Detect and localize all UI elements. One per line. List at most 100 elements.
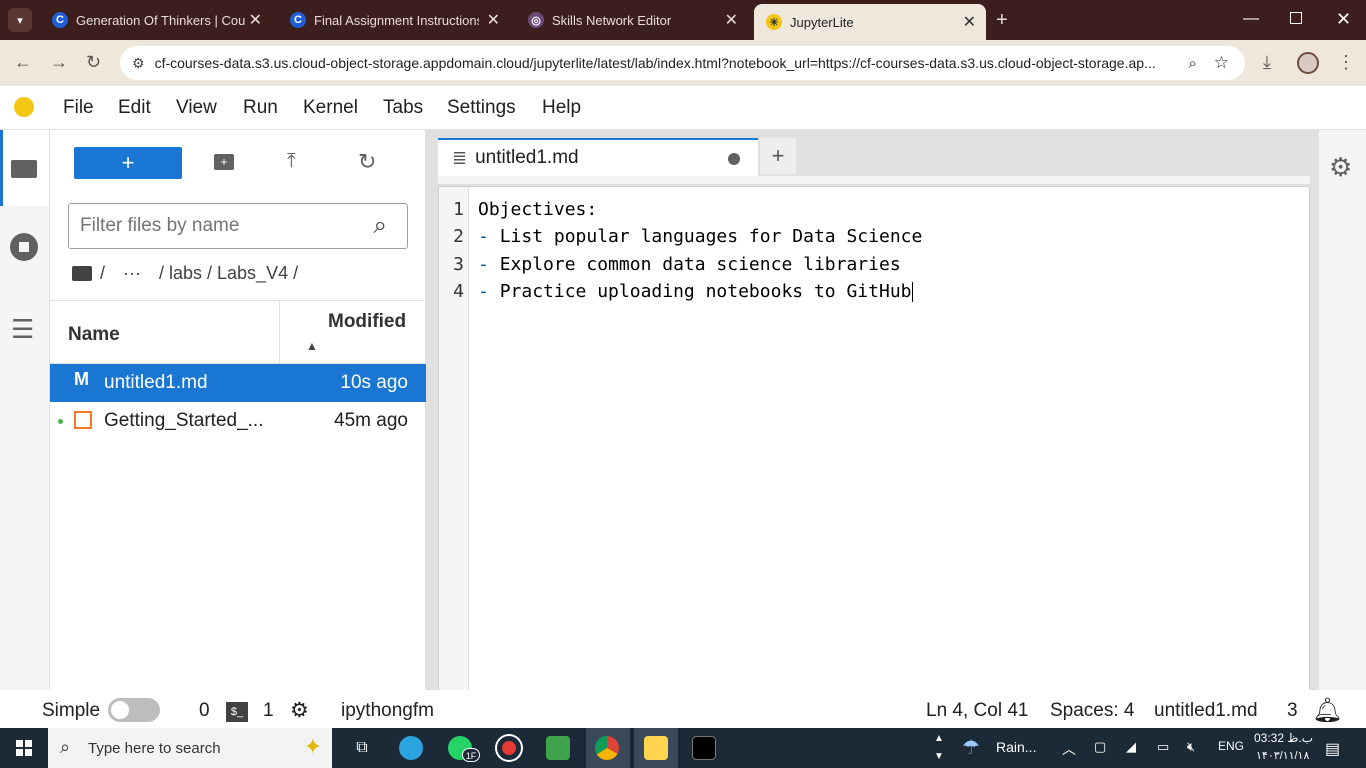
property-inspector-gears-icon[interactable]: ⚙ — [1329, 152, 1352, 183]
start-windows-icon[interactable] — [16, 740, 32, 756]
browser-tab-jupyterlite[interactable]: ☀ JupyterLite ✕ — [754, 4, 986, 40]
mute-icon[interactable]: 🔇︎ — [1187, 739, 1195, 755]
wifi-icon[interactable]: ◢ — [1126, 739, 1136, 755]
site-info-icon[interactable]: ⚙ — [132, 55, 145, 72]
new-tab-button[interactable]: + — [996, 9, 1008, 32]
browser-tab-final-assignment[interactable]: C Final Assignment Instructions: C ✕ — [278, 6, 510, 34]
calendar-app-icon[interactable] — [644, 736, 668, 760]
bookmark-star-icon[interactable]: ☆ — [1214, 53, 1229, 73]
indent-spaces[interactable]: Spaces: 4 — [1050, 700, 1135, 722]
kernel-count[interactable]: 0 — [199, 700, 210, 722]
cpu-chip-icon: ⚙ — [290, 699, 309, 722]
taskbar-search-box[interactable]: ⌕ Type here to search ✦ — [48, 728, 332, 768]
cursor-position[interactable]: Ln 4, Col 41 — [926, 700, 1028, 722]
home-folder-icon[interactable] — [72, 266, 92, 281]
filter-placeholder: Filter files by name — [80, 215, 240, 236]
new-launcher-button[interactable]: + — [74, 147, 182, 179]
telegram-icon[interactable] — [399, 736, 423, 760]
close-tab-icon[interactable]: ✕ — [725, 10, 738, 30]
table-of-contents-icon[interactable]: ☰ — [11, 316, 34, 342]
menu-tabs[interactable]: Tabs — [383, 97, 423, 119]
breadcrumb-root[interactable]: / — [100, 263, 105, 284]
menu-file[interactable]: File — [63, 97, 94, 119]
list-bullet: - — [478, 226, 500, 247]
close-tab-icon[interactable]: ✕ — [487, 10, 500, 30]
coursera-icon: C — [52, 12, 68, 28]
add-tab-button[interactable]: + — [760, 138, 796, 174]
chrome-icon[interactable] — [595, 736, 619, 760]
task-view-icon[interactable]: ⧉ — [350, 736, 374, 760]
close-tab-icon[interactable]: ✕ — [963, 12, 976, 32]
editor-line: - List popular languages for Data Scienc… — [478, 226, 922, 247]
line-number: 3 — [453, 254, 464, 275]
clock-date[interactable]: ۱۴۰۳/۱۱/۱۸ — [1256, 749, 1309, 762]
close-window-icon[interactable]: ✕ — [1336, 9, 1351, 30]
browser-tab-skills-network[interactable]: ◎ Skills Network Editor ✕ — [516, 6, 748, 34]
restore-icon[interactable] — [1290, 12, 1302, 24]
status-filename: untitled1.md — [1154, 700, 1258, 721]
extension-status[interactable]: ipythongfm — [341, 700, 434, 722]
file-browser-panel: + + ⤒ ↻ Filter files by name ⌕ / ··· / l… — [50, 130, 426, 690]
new-folder-icon[interactable]: + — [214, 154, 234, 170]
menu-settings[interactable]: Settings — [447, 97, 516, 119]
back-icon[interactable]: ← — [14, 52, 32, 73]
reload-icon[interactable]: ↻ — [86, 52, 101, 73]
terminal-app-icon[interactable] — [692, 736, 716, 760]
tab-title: Generation Of Thinkers | Course — [76, 12, 246, 28]
more-menu-icon[interactable]: ⋮ — [1337, 52, 1355, 73]
file-row[interactable]: Getting_Started_... 45m ago — [50, 402, 426, 440]
menu-kernel[interactable]: Kernel — [303, 97, 358, 119]
line-text: Objectives: — [478, 199, 598, 220]
copilot-sparkle-icon: ✦ — [303, 734, 322, 759]
browser-tab-generation-of-thinkers[interactable]: C Generation Of Thinkers | Course ✕ — [40, 6, 272, 34]
download-icon[interactable]: ⤓ — [1263, 52, 1271, 73]
column-name[interactable]: Name — [68, 324, 120, 346]
menu-edit[interactable]: Edit — [118, 97, 151, 119]
action-center-icon[interactable]: ▤ — [1325, 739, 1340, 759]
clock-time[interactable]: 03:32 ب.ظ — [1254, 731, 1313, 745]
menu-view[interactable]: View — [176, 97, 217, 119]
close-tab-icon[interactable]: ✕ — [249, 10, 262, 30]
battery-icon[interactable]: ▭ — [1157, 739, 1169, 755]
weather-text[interactable]: Rain... — [996, 739, 1036, 755]
zoom-icon[interactable]: ⌕ — [1189, 55, 1197, 72]
sheets-icon[interactable] — [546, 736, 570, 760]
bell-icon[interactable]: 🔔︎ — [1312, 696, 1342, 725]
tab-search-button[interactable]: ▾ — [8, 8, 32, 32]
tray-chevron-icon[interactable]: ︿ — [1062, 739, 1076, 759]
list-bullet: - — [478, 254, 500, 275]
terminal-count[interactable]: 1 — [263, 700, 274, 722]
taskbar-scroll-arrows[interactable]: ▲ ▼ — [934, 730, 944, 766]
document-tab[interactable]: ≣ untitled1.md — [438, 138, 758, 176]
refresh-icon[interactable]: ↻ — [358, 149, 376, 175]
url-text: cf-courses-data.s3.us.cloud-object-stora… — [154, 55, 1156, 71]
breadcrumb-path[interactable]: / labs / Labs_V4 / — [159, 263, 298, 284]
right-sidebar-rail: ⚙ — [1318, 130, 1366, 690]
line-number: 2 — [453, 226, 464, 247]
file-row-selected[interactable]: M untitled1.md 10s ago — [50, 364, 426, 402]
editor-line: Objectives: — [478, 199, 597, 220]
text-editor[interactable]: 1 2 3 4 Objectives: - List popular langu… — [438, 186, 1310, 692]
input-language[interactable]: ENG — [1218, 739, 1244, 753]
menu-run[interactable]: Run — [243, 97, 278, 119]
meet-now-icon[interactable]: ▢ — [1094, 739, 1106, 755]
unsaved-dot-icon[interactable] — [728, 153, 740, 165]
breadcrumb-ellipsis[interactable]: ··· — [123, 263, 141, 284]
notification-count[interactable]: 3 — [1287, 700, 1298, 722]
simple-mode-label: Simple — [42, 700, 101, 721]
screen-recorder-icon[interactable] — [497, 736, 521, 760]
profile-avatar[interactable] — [1297, 52, 1319, 74]
minimize-icon[interactable]: — — [1243, 10, 1259, 28]
line-text: Practice uploading notebooks to GitHub — [499, 281, 912, 302]
forward-icon[interactable]: → — [50, 52, 68, 73]
menu-help[interactable]: Help — [542, 97, 581, 119]
file-modified: 10s ago — [340, 372, 408, 393]
filter-files-input[interactable]: Filter files by name ⌕ — [68, 203, 408, 249]
upload-icon[interactable]: ⤒ — [287, 150, 296, 173]
folder-icon — [11, 160, 37, 178]
address-bar[interactable]: ⚙ cf-courses-data.s3.us.cloud-object-sto… — [120, 46, 1245, 80]
simple-mode-toggle[interactable] — [108, 698, 160, 722]
column-modified[interactable]: Modified — [328, 311, 406, 333]
address-toolbar: ← → ↻ ⚙ cf-courses-data.s3.us.cloud-obje… — [0, 40, 1366, 86]
taskbar-search-placeholder: Type here to search — [88, 739, 221, 757]
